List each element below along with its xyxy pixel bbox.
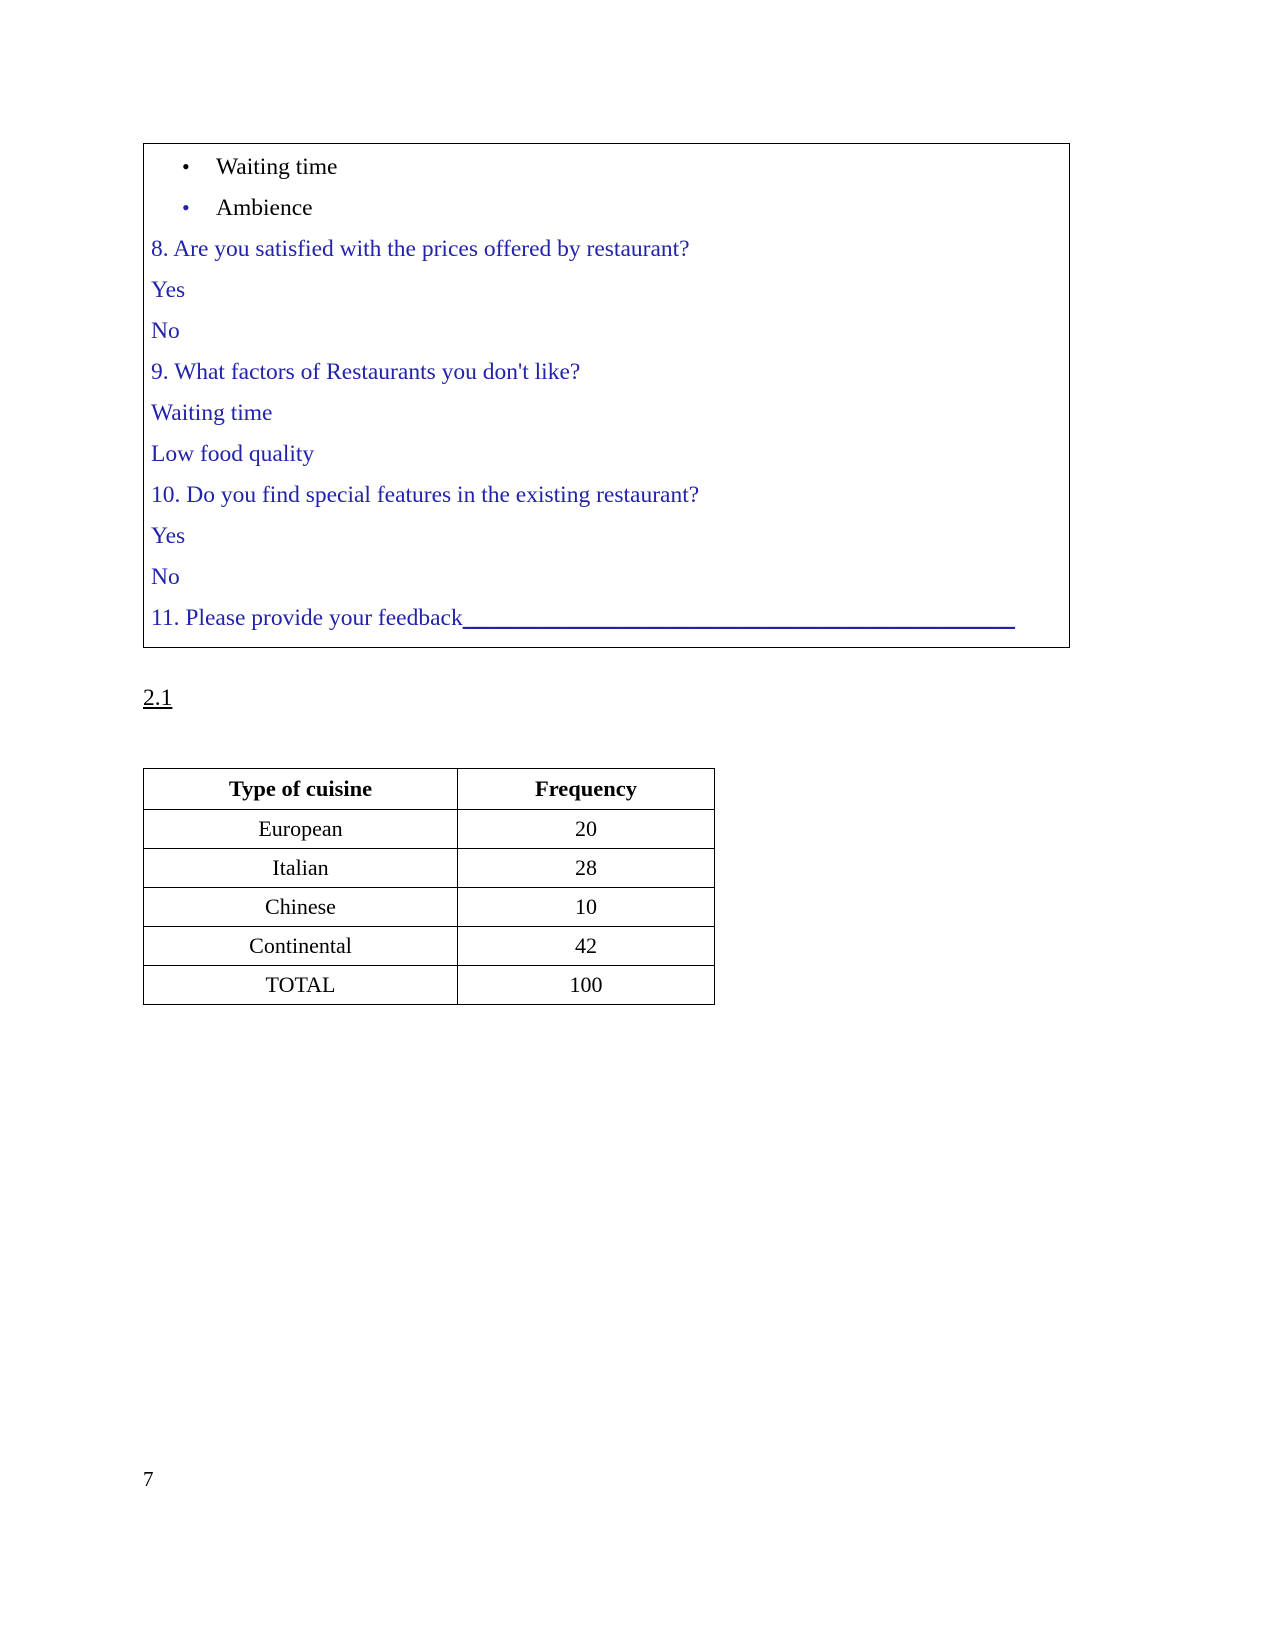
question-8: 8. Are you satisfied with the prices off…	[151, 236, 690, 262]
table-row: Chinese 10	[143, 887, 715, 927]
cell-frequency: 42	[457, 926, 715, 966]
list-item: • Waiting time	[144, 154, 1069, 195]
cell-cuisine: Continental	[143, 926, 458, 966]
cell-total-value: 100	[457, 965, 715, 1005]
page-number: 7	[143, 1467, 154, 1491]
column-header-frequency: Frequency	[457, 768, 715, 810]
questionnaire-box: • Waiting time • Ambience 8. Are you sat…	[143, 143, 1070, 648]
table-row: Continental 42	[143, 926, 715, 966]
cell-frequency: 20	[457, 809, 715, 849]
table-row-total: TOTAL 100	[143, 965, 715, 1005]
question-10: 10. Do you find special features in the …	[151, 482, 700, 508]
question-11: 11. Please provide your feedback ________…	[144, 605, 1069, 646]
question-10-option-yes[interactable]: Yes	[144, 523, 1069, 564]
cuisine-frequency-table: Type of cuisine Frequency European 20 It…	[143, 768, 715, 1005]
cell-cuisine: European	[143, 809, 458, 849]
list-item-label: Ambience	[216, 195, 313, 221]
cell-frequency: 10	[457, 887, 715, 927]
question-9: 9. What factors of Restaurants you don't…	[151, 359, 581, 385]
table-row: European 20	[143, 809, 715, 849]
cell-cuisine: Chinese	[143, 887, 458, 927]
question-9-option-waiting-time[interactable]: Waiting time	[144, 400, 1069, 441]
question-10-option-no[interactable]: No	[144, 564, 1069, 605]
table-row: Italian 28	[143, 848, 715, 888]
table-header-row: Type of cuisine Frequency	[143, 768, 715, 810]
column-header-cuisine: Type of cuisine	[143, 768, 458, 810]
question-9-option-low-food-quality[interactable]: Low food quality	[144, 441, 1069, 482]
section-heading: 2.1	[143, 685, 173, 711]
list-item: • Ambience	[144, 195, 1069, 236]
bullet-icon: •	[182, 195, 190, 220]
question-8-option-no[interactable]: No	[144, 318, 1069, 359]
cell-total-label: TOTAL	[143, 965, 458, 1005]
bullet-icon: •	[182, 154, 190, 179]
cell-frequency: 28	[457, 848, 715, 888]
question-11-label: 11. Please provide your feedback	[151, 605, 463, 631]
list-item-label: Waiting time	[216, 154, 338, 180]
feedback-blank-line[interactable]: ________________________________________…	[463, 605, 1015, 632]
question-8-option-yes[interactable]: Yes	[144, 277, 1069, 318]
cell-cuisine: Italian	[143, 848, 458, 888]
